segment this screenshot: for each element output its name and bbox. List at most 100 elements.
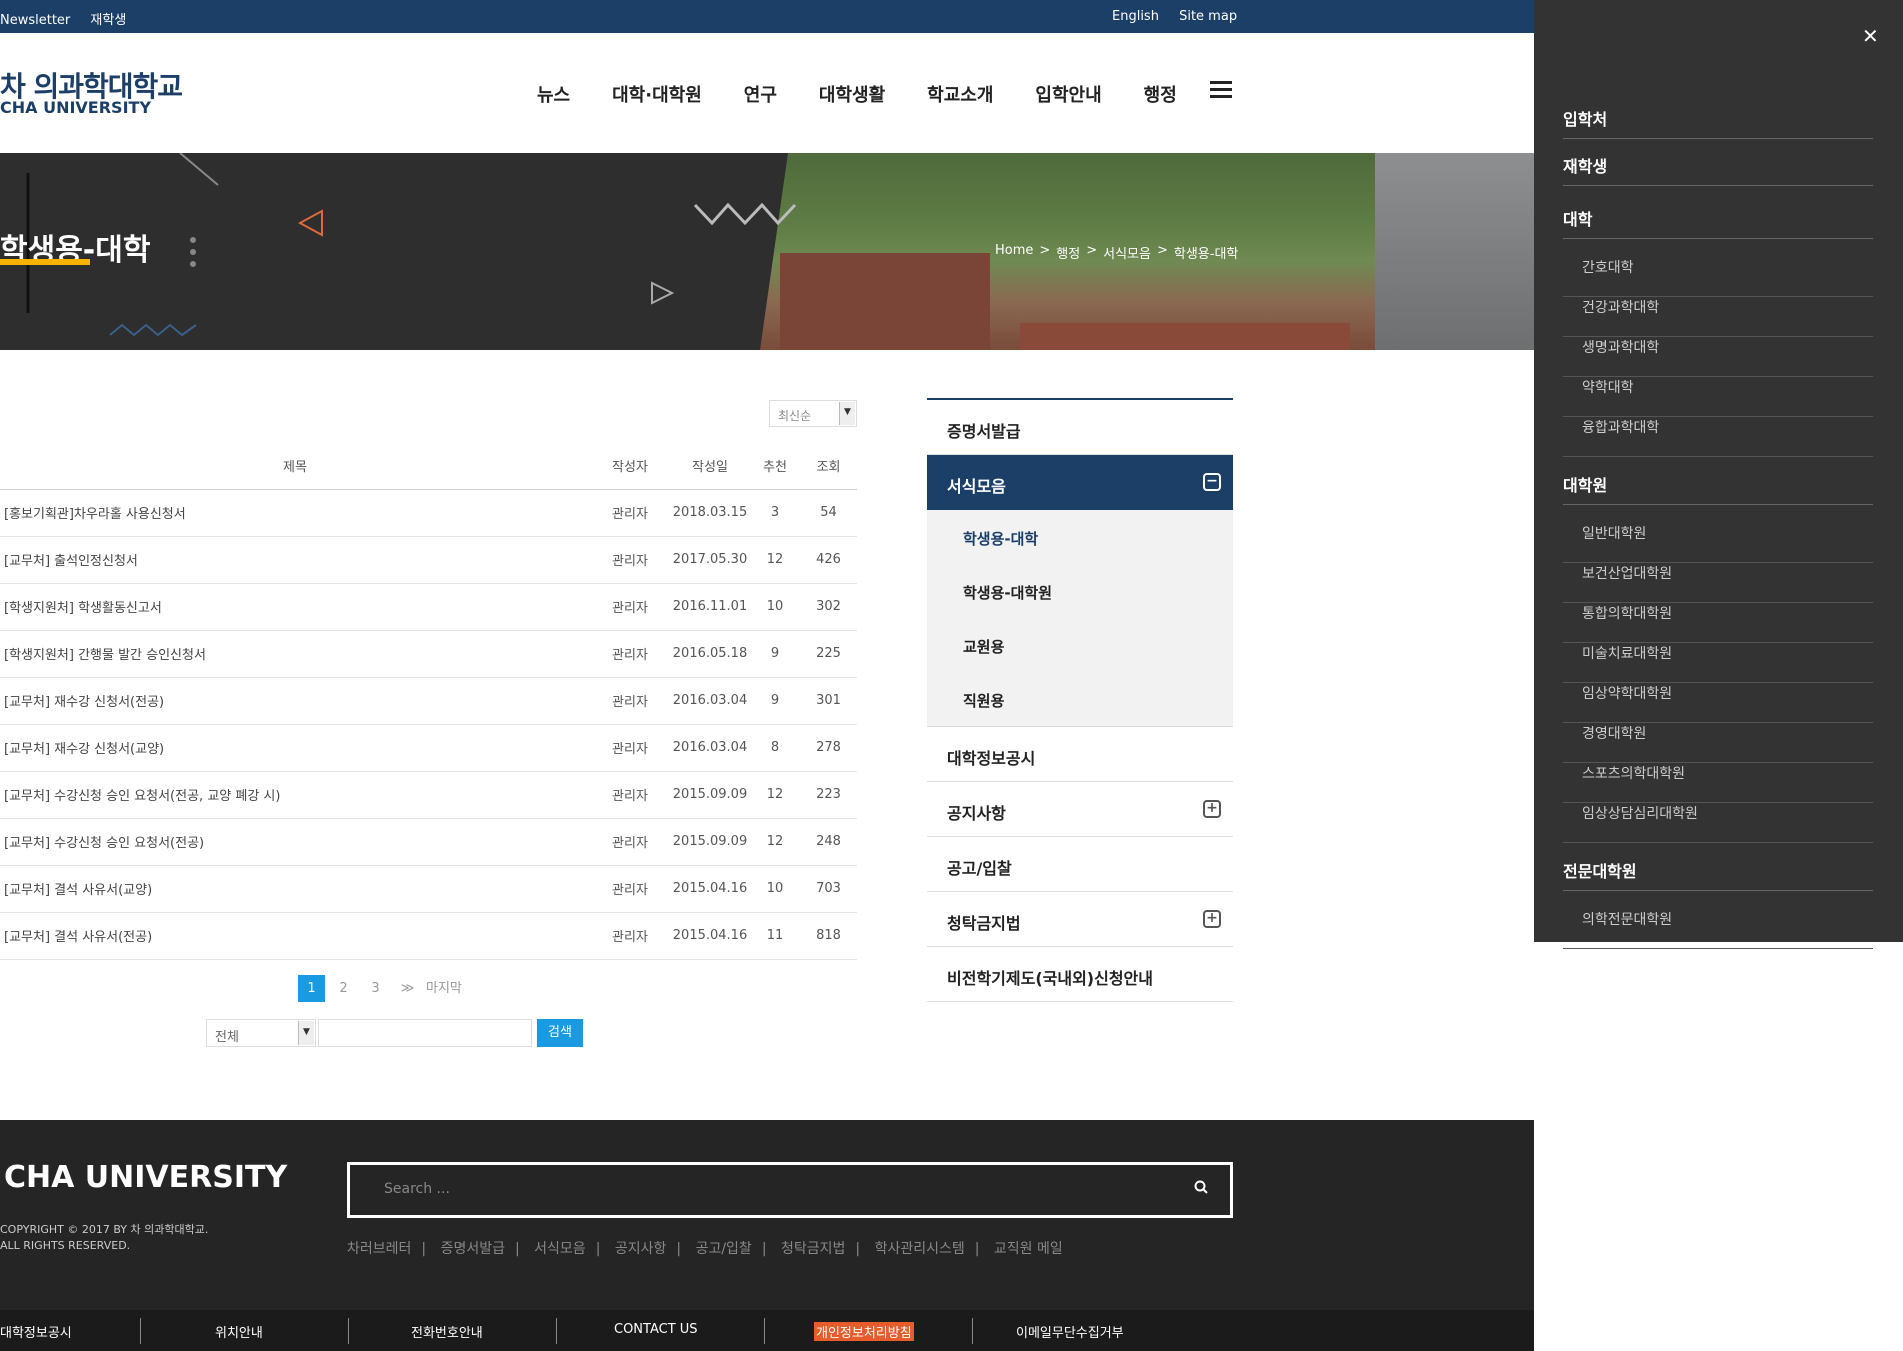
nav-campus-life[interactable]: 대학생활 — [819, 81, 885, 107]
lnb-bid[interactable]: 공고/입찰 — [927, 837, 1233, 892]
top-link-english[interactable]: English — [1112, 9, 1159, 24]
page-last[interactable]: 마지막 — [426, 975, 462, 1002]
sitemap-grad-item[interactable]: 보건산업대학원 — [1563, 563, 1873, 603]
sitemap-student[interactable]: 재학생 — [1563, 153, 1873, 186]
sitemap-college-item[interactable]: 약학대학 — [1563, 377, 1873, 417]
footer-email-policy[interactable]: 이메일무단수집거부 — [1016, 1322, 1124, 1341]
row-title[interactable]: [홍보기획관]차우라홀 사용신청서 — [0, 489, 590, 537]
hamburger-menu-icon[interactable] — [1210, 81, 1232, 99]
footer-privacy[interactable]: 개인정보처리방침 — [814, 1322, 914, 1341]
sitemap-grad-head[interactable]: 대학원 — [1563, 472, 1873, 505]
row-title[interactable]: [교무처] 재수강 신청서(전공) — [0, 677, 590, 725]
sitemap-grad-item[interactable]: 일반대학원 — [1563, 523, 1873, 563]
search-input[interactable] — [318, 1019, 532, 1047]
top-link-sitemap[interactable]: Site map — [1179, 9, 1237, 24]
footer-link[interactable]: 청탁금지법 — [781, 1241, 845, 1257]
footer-search-box[interactable]: Search ... — [347, 1162, 1233, 1218]
search-type-select[interactable]: 전체 ▼ — [206, 1019, 316, 1047]
lnb-notice[interactable]: 공지사항 + — [927, 782, 1233, 837]
page-2[interactable]: 2 — [330, 975, 357, 1002]
lnb-sub-faculty[interactable]: 교원용 — [927, 618, 1233, 672]
table-row[interactable]: [학생지원처] 간행물 발간 승인신청서 관리자 2016.05.18 9 225 — [0, 630, 857, 678]
breadcrumb-admin[interactable]: 행정 — [1056, 243, 1080, 262]
sitemap-grad-item[interactable]: 경영대학원 — [1563, 723, 1873, 763]
table-row[interactable]: [홍보기획관]차우라홀 사용신청서 관리자 2018.03.15 3 54 — [0, 489, 857, 537]
sitemap-grad-item[interactable]: 스포츠의학대학원 — [1563, 763, 1873, 803]
breadcrumb-home[interactable]: Home — [995, 243, 1033, 262]
nav-about[interactable]: 학교소개 — [927, 81, 993, 107]
lnb-antigraft[interactable]: 청탁금지법 + — [927, 892, 1233, 947]
footer-link[interactable]: 공고/입찰 — [696, 1241, 752, 1257]
row-recommend: 9 — [750, 630, 800, 678]
logo-english[interactable]: CHA UNIVERSITY — [0, 98, 151, 117]
footer-disclosure[interactable]: 대학정보공시 — [0, 1322, 72, 1341]
close-icon[interactable]: ✕ — [1862, 24, 1879, 48]
footer-contact[interactable]: CONTACT US — [614, 1322, 698, 1337]
lnb-forms[interactable]: 서식모음 − — [927, 455, 1233, 510]
lnb-sub-student-college[interactable]: 학생용-대학 — [927, 510, 1233, 564]
footer-link[interactable]: 서식모음 — [534, 1241, 586, 1257]
footer-location[interactable]: 위치안내 — [215, 1322, 263, 1341]
footer-phone[interactable]: 전화번호안내 — [411, 1322, 483, 1341]
sitemap-college-item[interactable]: 건강과학대학 — [1563, 297, 1873, 337]
table-row[interactable]: [교무처] 수강신청 승인 요청서(전공, 교양 폐강 시) 관리자 2015.09… — [0, 771, 857, 819]
nav-admission[interactable]: 입학안내 — [1035, 81, 1101, 107]
nav-research[interactable]: 연구 — [744, 81, 777, 107]
table-row[interactable]: [교무처] 수강신청 승인 요청서(전공) 관리자 2015.09.09 12 248 — [0, 818, 857, 866]
lnb-sub-student-grad[interactable]: 학생용-대학원 — [927, 564, 1233, 618]
sitemap-college-item[interactable]: 융합과학대학 — [1563, 417, 1873, 457]
breadcrumb-forms[interactable]: 서식모음 — [1103, 243, 1151, 262]
search-button[interactable]: 검색 — [537, 1019, 583, 1047]
table-row[interactable]: [교무처] 결석 사유서(교양) 관리자 2015.04.16 10 703 — [0, 865, 857, 913]
table-row[interactable]: [교무처] 재수강 신청서(교양) 관리자 2016.03.04 8 278 — [0, 724, 857, 772]
table-row[interactable]: [교무처] 결석 사유서(전공) 관리자 2015.04.16 11 818 — [0, 912, 857, 960]
sitemap-admission[interactable]: 입학처 — [1563, 106, 1873, 139]
table-row[interactable]: [교무처] 재수강 신청서(전공) 관리자 2016.03.04 9 301 — [0, 677, 857, 725]
sitemap-grad-item[interactable]: 임상약학대학원 — [1563, 683, 1873, 723]
row-title[interactable]: [학생지원처] 학생활동신고서 — [0, 583, 590, 631]
footer-link[interactable]: 차러브레터 — [347, 1241, 411, 1257]
page-3[interactable]: 3 — [362, 975, 389, 1002]
row-title[interactable]: [교무처] 재수강 신청서(교양) — [0, 724, 590, 772]
lnb-vision-semester[interactable]: 비전학기제도(국내외)신청안내 — [927, 947, 1233, 1002]
sitemap-grad-item[interactable]: 미술치료대학원 — [1563, 643, 1873, 683]
sort-select[interactable]: 최신순 ▼ — [769, 400, 857, 427]
collapse-icon[interactable]: − — [1203, 473, 1221, 491]
sitemap-grad-item[interactable]: 임상상담심리대학원 — [1563, 803, 1873, 843]
sitemap-prof-item[interactable]: 의학전문대학원 — [1563, 909, 1873, 949]
expand-icon[interactable]: + — [1203, 800, 1221, 818]
header: 차 의과학대학교 CHA UNIVERSITY 뉴스 대학·대학원 연구 대학생… — [0, 33, 1534, 153]
lnb-disclosure[interactable]: 대학정보공시 — [927, 727, 1233, 782]
footer-link[interactable]: 증명서발급 — [441, 1241, 505, 1257]
search-icon[interactable] — [1194, 1179, 1208, 1198]
top-link-student[interactable]: 재학생 — [90, 13, 126, 28]
row-title[interactable]: [교무처] 결석 사유서(교양) — [0, 865, 590, 913]
row-author: 관리자 — [590, 865, 670, 913]
sitemap-college-head[interactable]: 대학 — [1563, 206, 1873, 239]
sitemap-college-item[interactable]: 생명과학대학 — [1563, 337, 1873, 377]
banner-building — [780, 253, 990, 350]
nav-news[interactable]: 뉴스 — [537, 81, 570, 107]
sitemap-grad-item[interactable]: 통합의학대학원 — [1563, 603, 1873, 643]
footer-link[interactable]: 학사관리시스템 — [875, 1241, 965, 1257]
footer-link[interactable]: 교직원 메일 — [994, 1241, 1063, 1257]
nav-college[interactable]: 대학·대학원 — [612, 81, 702, 107]
sitemap-college-item[interactable]: 간호대학 — [1563, 257, 1873, 297]
page-next[interactable]: ≫ — [394, 975, 421, 1002]
footer-link[interactable]: 공지사항 — [615, 1241, 667, 1257]
row-title[interactable]: [교무처] 결석 사유서(전공) — [0, 912, 590, 960]
table-row[interactable]: [교무처] 출석인정신청서 관리자 2017.05.30 12 426 — [0, 536, 857, 584]
page-1[interactable]: 1 — [298, 975, 325, 1002]
row-title[interactable]: [교무처] 출석인정신청서 — [0, 536, 590, 584]
lnb-sub-staff[interactable]: 직원용 — [927, 672, 1233, 726]
nav-administration[interactable]: 행정 — [1144, 81, 1177, 107]
breadcrumb-sep: > — [1039, 243, 1051, 258]
expand-icon[interactable]: + — [1203, 910, 1221, 928]
row-title[interactable]: [교무처] 수강신청 승인 요청서(전공, 교양 폐강 시) — [0, 771, 590, 819]
table-row[interactable]: [학생지원처] 학생활동신고서 관리자 2016.11.01 10 302 — [0, 583, 857, 631]
sitemap-prof-head[interactable]: 전문대학원 — [1563, 858, 1873, 891]
lnb-certificate[interactable]: 증명서발급 — [927, 400, 1233, 455]
top-link-newsletter[interactable]: Newsletter — [0, 13, 70, 28]
row-title[interactable]: [교무처] 수강신청 승인 요청서(전공) — [0, 818, 590, 866]
row-title[interactable]: [학생지원처] 간행물 발간 승인신청서 — [0, 630, 590, 678]
